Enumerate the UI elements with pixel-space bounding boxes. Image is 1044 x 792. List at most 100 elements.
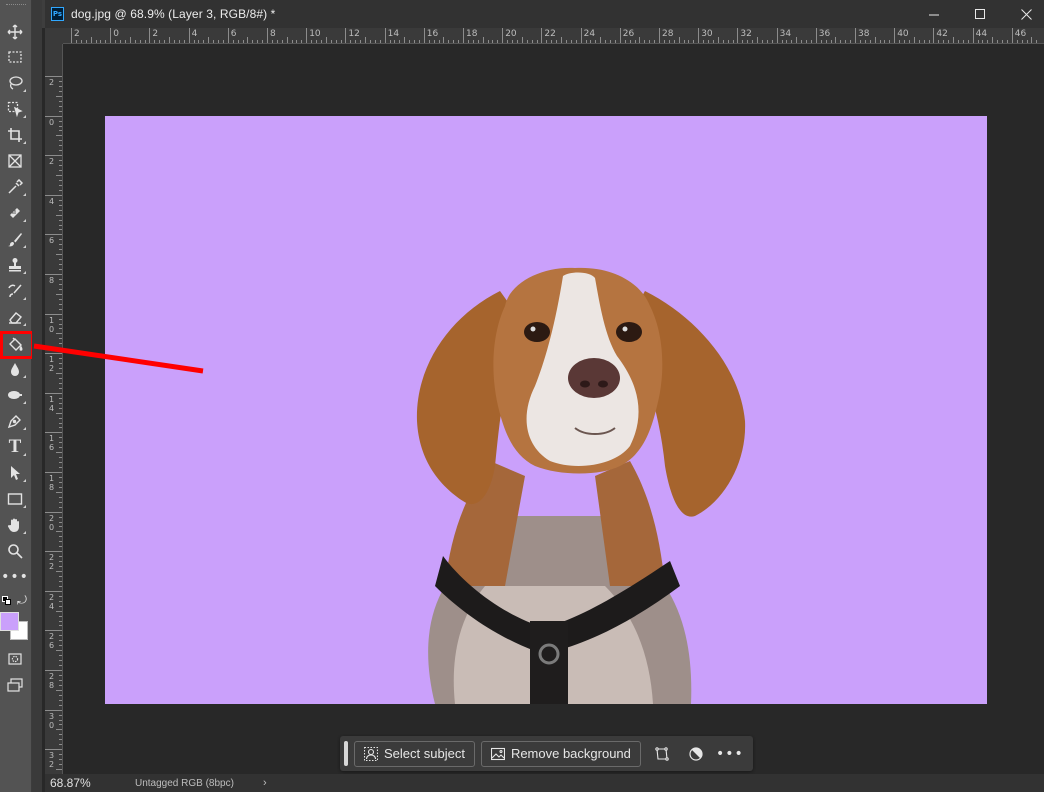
ruler-tick	[45, 353, 62, 355]
ruler-tick	[752, 40, 754, 43]
ruler-tick	[600, 37, 602, 43]
ruler-tick	[193, 40, 195, 43]
ruler-tick	[247, 37, 249, 43]
ruler-tick	[56, 373, 62, 374]
more-options-icon[interactable]: •••	[716, 741, 743, 767]
ruler-tick	[791, 40, 793, 43]
ruler-tick	[320, 40, 322, 43]
ruler-tick	[59, 199, 62, 201]
ruler-tick	[796, 37, 798, 43]
frame-tool-icon[interactable]	[3, 150, 27, 172]
ruler-tick	[404, 37, 406, 43]
ruler-tick	[45, 234, 62, 236]
panel-dock-strip	[32, 0, 42, 792]
ruler-tick	[59, 130, 62, 132]
clone-stamp-tool-icon[interactable]	[3, 254, 27, 276]
document-titlebar[interactable]: Ps dog.jpg @ 68.9% (Layer 3, RGB/8#) *	[42, 0, 1044, 28]
object-selection-tool-icon[interactable]	[3, 98, 27, 120]
hand-tool-icon[interactable]	[3, 514, 27, 536]
crop-tool-icon[interactable]	[3, 124, 27, 146]
more-tools-icon[interactable]: •••	[1, 566, 28, 588]
move-tool-icon[interactable]	[3, 21, 27, 43]
status-menu-arrow[interactable]: ›	[263, 777, 267, 789]
ruler-tick	[56, 175, 62, 176]
ruler-tick	[120, 40, 121, 43]
zoom-level-field[interactable]: 68.87%	[50, 776, 125, 790]
ruler-tick	[59, 224, 62, 226]
ruler-tick	[59, 437, 62, 439]
ruler-tick	[1002, 40, 1003, 43]
ruler-tick	[732, 40, 734, 43]
zoom-tool-icon[interactable]	[3, 540, 27, 562]
ruler-tick	[840, 40, 842, 43]
ruler-label: 40	[897, 29, 909, 39]
ruler-tick	[59, 264, 62, 266]
document-canvas[interactable]	[105, 116, 987, 704]
rectangle-tool-icon[interactable]	[3, 488, 27, 510]
path-selection-tool-icon[interactable]	[3, 462, 27, 484]
select-subject-button[interactable]: Select subject	[354, 740, 475, 767]
ruler-tick	[595, 40, 597, 43]
ruler-tick	[59, 640, 62, 642]
ruler-tick	[703, 40, 705, 43]
ruler-tick	[923, 40, 925, 43]
maximize-icon[interactable]	[957, 0, 1003, 28]
ruler-tick	[399, 40, 401, 43]
eraser-tool-icon[interactable]	[3, 306, 27, 328]
taskbar-drag-handle[interactable]	[344, 741, 348, 766]
ruler-tick	[110, 28, 112, 43]
pen-tool-icon[interactable]	[3, 410, 27, 432]
ruler-tick	[845, 40, 847, 43]
close-icon[interactable]	[1003, 0, 1044, 28]
ruler-label: 10	[309, 29, 321, 39]
ruler-tick	[59, 150, 62, 152]
ruler-tick	[56, 729, 62, 731]
eyedropper-tool-icon[interactable]	[3, 176, 27, 198]
panel-grip[interactable]	[6, 4, 26, 7]
ruler-tick	[59, 521, 62, 523]
ruler-tick	[188, 28, 190, 43]
ruler-tick	[59, 442, 62, 444]
ruler-label: 2	[74, 29, 80, 39]
dodge-tool-icon[interactable]	[3, 384, 27, 406]
swap-colors-icon[interactable]: ⤾	[14, 592, 30, 608]
tools-panel: T ••• ⤾	[0, 0, 34, 792]
ruler-tick	[59, 244, 62, 246]
ruler-tick	[967, 40, 969, 43]
horizontal-ruler[interactable]: 2 0 2 4 6 8 10 12 14 16 18 20 22 24 26 28 30 32 34 36 38 40 42…	[63, 28, 1044, 44]
remove-background-button[interactable]: Remove background	[480, 740, 641, 767]
ruler-label: 4	[49, 196, 55, 206]
ruler-label: 6	[49, 236, 55, 246]
type-tool-icon[interactable]: T	[3, 436, 27, 458]
ruler-tick	[59, 754, 62, 756]
default-colors-icon[interactable]	[2, 596, 11, 605]
ruler-tick	[987, 40, 989, 43]
ruler-tick	[673, 40, 675, 43]
ruler-label: 38	[858, 29, 870, 39]
ruler-tick	[771, 40, 773, 43]
ruler-tick	[1026, 40, 1028, 43]
transform-icon[interactable]	[649, 741, 675, 767]
history-brush-tool-icon[interactable]	[3, 280, 27, 302]
lasso-tool-icon[interactable]	[3, 72, 27, 94]
adjustment-layer-icon[interactable]	[683, 741, 709, 767]
marquee-tool-icon[interactable]	[3, 46, 27, 68]
ruler-origin[interactable]	[45, 28, 63, 44]
ruler-tick	[59, 308, 62, 310]
vertical-ruler[interactable]: 2 0 2 4 6 8 1 0 1 2 1 4 1 6 1 8 2 0 2 2 2 4 2 6 2 8 3 0 3…	[45, 44, 63, 774]
foreground-color-swatch[interactable]	[0, 612, 19, 631]
ruler-label: 44	[975, 29, 988, 39]
ruler-tick	[59, 249, 62, 251]
ruler-label: 26	[622, 29, 635, 39]
quick-mask-icon[interactable]	[3, 648, 27, 670]
brush-tool-icon[interactable]	[3, 228, 27, 250]
ruler-tick	[747, 40, 749, 43]
ruler-tick	[889, 40, 891, 43]
minimize-icon[interactable]	[911, 0, 957, 28]
blur-tool-icon[interactable]	[3, 358, 27, 380]
screen-mode-icon[interactable]	[3, 674, 27, 696]
ruler-tick	[169, 37, 170, 43]
ruler-tick	[693, 40, 695, 43]
healing-brush-tool-icon[interactable]	[3, 202, 27, 224]
paint-bucket-highlight-box	[0, 331, 34, 359]
